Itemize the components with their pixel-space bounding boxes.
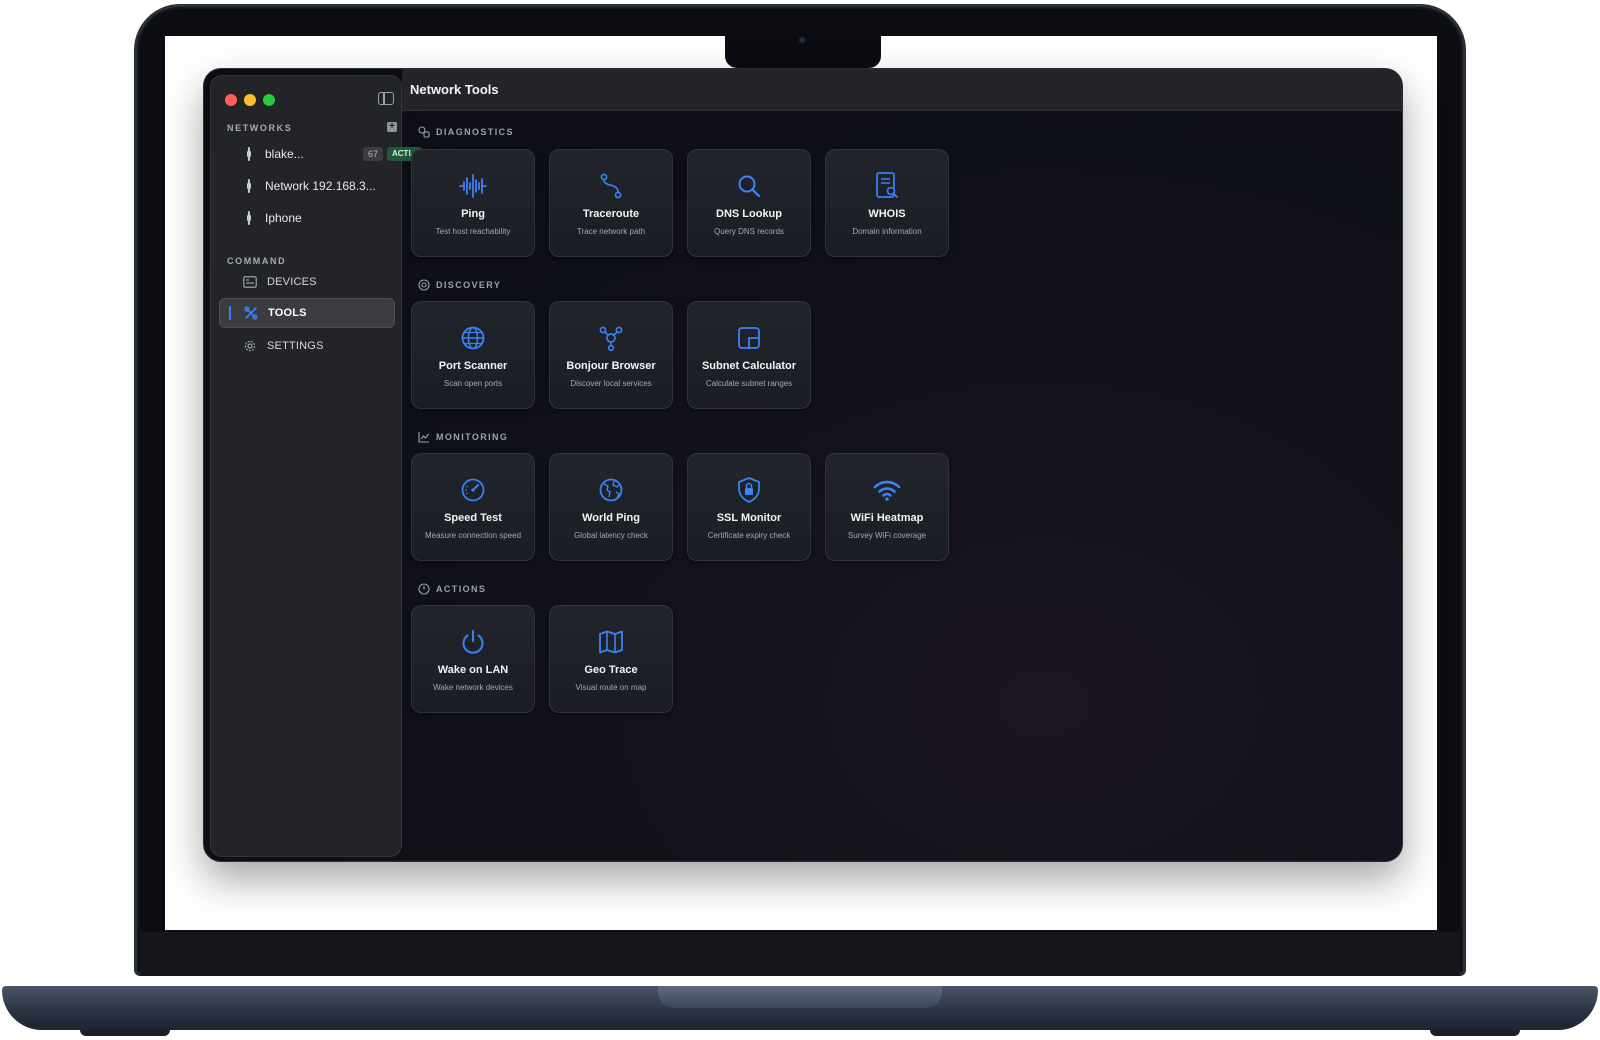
chart-icon — [418, 431, 430, 443]
command-section-label: COMMAND — [227, 256, 287, 266]
tool-card-wake-on-lan[interactable]: Wake on LAN Wake network devices — [411, 605, 535, 713]
sidebar-item-tools[interactable]: TOOLS — [219, 298, 395, 328]
tool-subtitle: Trace network path — [576, 227, 646, 236]
power-icon — [459, 628, 487, 656]
globe-icon — [459, 324, 487, 352]
tool-title: DNS Lookup — [716, 208, 782, 220]
tool-subtitle: Visual route on map — [575, 683, 647, 692]
tool-subtitle: Wake network devices — [433, 683, 513, 692]
tool-card-wifi-heatmap[interactable]: WiFi Heatmap Survey WiFi coverage — [825, 453, 949, 561]
tool-title: Ping — [461, 208, 485, 220]
ethernet-icon — [247, 211, 251, 225]
minimize-window-button[interactable] — [244, 94, 256, 106]
tool-card-dns-lookup[interactable]: DNS Lookup Query DNS records — [687, 149, 811, 257]
tool-title: Port Scanner — [438, 360, 508, 372]
tool-subtitle: Scan open ports — [443, 379, 503, 388]
app-window: NETWORKS + blake... 67 ACTI... Network 1… — [203, 68, 1403, 862]
group-label: DIAGNOSTICS — [436, 127, 514, 137]
tool-title: World Ping — [582, 512, 640, 524]
camera-icon — [799, 37, 805, 43]
path-icon — [597, 172, 625, 200]
sidebar-item-label: DEVICES — [267, 276, 317, 288]
diagnostics-icon — [418, 126, 430, 138]
tool-title: Geo Trace — [584, 664, 638, 676]
group-diagnostics: DIAGNOSTICS — [418, 126, 514, 138]
tool-card-port-scanner[interactable]: Port Scanner Scan open ports — [411, 301, 535, 409]
close-window-button[interactable] — [225, 94, 237, 106]
actions-icon — [418, 583, 430, 595]
tool-title: WiFi Heatmap — [850, 512, 924, 524]
tool-title: Wake on LAN — [437, 664, 509, 676]
tool-title: WHOIS — [868, 208, 906, 220]
tool-subtitle: Survey WiFi coverage — [847, 531, 927, 540]
group-actions: ACTIONS — [418, 583, 486, 595]
tool-card-speed-test[interactable]: Speed Test Measure connection speed — [411, 453, 535, 561]
document-search-icon — [873, 172, 901, 200]
tool-card-whois[interactable]: WHOIS Domain information — [825, 149, 949, 257]
network-name: Iphone — [265, 211, 302, 225]
tool-subtitle: Query DNS records — [714, 227, 784, 236]
tool-subtitle: Discover local services — [570, 379, 652, 388]
tool-card-world-ping[interactable]: World Ping Global latency check — [549, 453, 673, 561]
laptop-base-notch — [658, 986, 942, 1008]
sidebar-item-label: TOOLS — [268, 307, 307, 319]
group-monitoring: MONITORING — [418, 431, 508, 443]
tool-subtitle: Certificate expiry check — [707, 531, 791, 540]
network-item-blake[interactable]: blake... 67 ACTI... — [247, 143, 423, 165]
devices-icon — [243, 275, 257, 289]
tool-subtitle: Global latency check — [574, 531, 648, 540]
zoom-window-button[interactable] — [263, 94, 275, 106]
tool-card-geo-trace[interactable]: Geo Trace Visual route on map — [549, 605, 673, 713]
lock-shield-icon — [735, 476, 763, 504]
tool-title: Traceroute — [582, 208, 640, 220]
tool-title: SSL Monitor — [716, 512, 782, 524]
sidebar-item-settings[interactable]: SETTINGS — [219, 331, 395, 361]
network-item-192[interactable]: Network 192.168.3... — [247, 175, 376, 197]
discovery-icon — [418, 279, 430, 291]
network-item-iphone[interactable]: Iphone — [247, 207, 302, 229]
group-discovery: DISCOVERY — [418, 279, 501, 291]
map-icon — [597, 628, 625, 656]
gauge-icon — [459, 476, 487, 504]
ethernet-icon — [247, 179, 251, 193]
tool-title: Subnet Calculator — [701, 360, 797, 372]
window-title: Network Tools — [410, 82, 499, 97]
sidebar-item-devices[interactable]: DEVICES — [219, 267, 395, 297]
laptop-foot-right — [1430, 1030, 1520, 1036]
waveform-icon — [459, 172, 487, 200]
networks-section-label: NETWORKS — [227, 123, 293, 133]
sidebar-toggle-icon[interactable] — [378, 92, 394, 105]
tool-subtitle: Test host reachability — [435, 227, 511, 236]
sidebar-item-label: SETTINGS — [267, 340, 324, 352]
network-name: Network 192.168.3... — [265, 179, 376, 193]
subnet-icon — [735, 324, 763, 352]
ethernet-icon — [247, 147, 251, 161]
tool-subtitle: Measure connection speed — [424, 531, 522, 540]
search-icon — [735, 172, 763, 200]
group-label: DISCOVERY — [436, 280, 502, 290]
group-label: MONITORING — [436, 432, 509, 442]
tool-title: Bonjour Browser — [566, 360, 656, 372]
world-icon — [597, 476, 625, 504]
titlebar: Network Tools — [402, 69, 1402, 111]
tool-card-bonjour-browser[interactable]: Bonjour Browser Discover local services — [549, 301, 673, 409]
screen-bezel-bottom — [140, 932, 1460, 976]
wifi-icon — [873, 476, 901, 504]
group-label: ACTIONS — [436, 584, 487, 594]
device-count-badge: 67 — [363, 147, 384, 161]
tool-card-subnet-calculator[interactable]: Subnet Calculator Calculate subnet range… — [687, 301, 811, 409]
tool-card-ping[interactable]: Ping Test host reachability — [411, 149, 535, 257]
sidebar: NETWORKS + blake... 67 ACTI... Network 1… — [210, 75, 423, 857]
tool-card-traceroute[interactable]: Traceroute Trace network path — [549, 149, 673, 257]
tool-title: Speed Test — [444, 512, 502, 524]
add-network-button[interactable]: + — [387, 122, 397, 132]
gear-icon — [243, 339, 257, 353]
services-icon — [597, 324, 625, 352]
tools-icon — [244, 306, 258, 320]
tool-subtitle: Domain information — [852, 227, 922, 236]
network-name: blake... — [265, 147, 304, 161]
tool-subtitle: Calculate subnet ranges — [705, 379, 793, 388]
laptop-foot-left — [80, 1030, 170, 1036]
tool-card-ssl-monitor[interactable]: SSL Monitor Certificate expiry check — [687, 453, 811, 561]
